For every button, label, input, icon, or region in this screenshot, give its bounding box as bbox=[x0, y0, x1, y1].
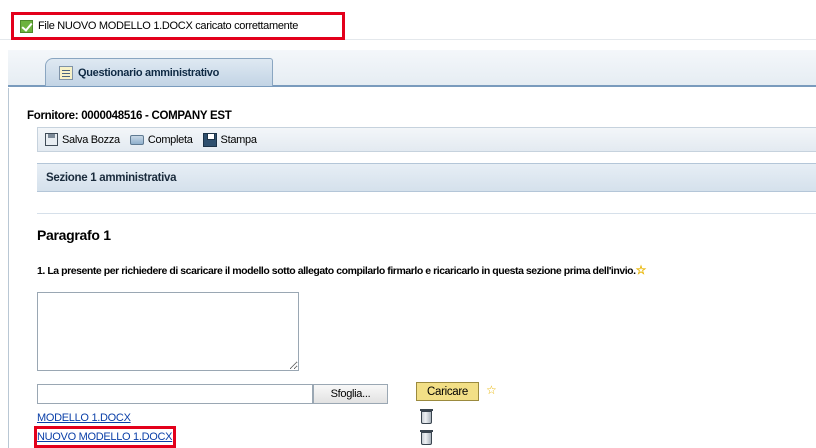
success-message-highlight: File NUOVO MODELLO 1.DOCX caricato corre… bbox=[11, 12, 345, 40]
print-label: Stampa bbox=[220, 133, 257, 146]
section-divider bbox=[37, 213, 816, 214]
upload-required-star-icon: ☆ bbox=[486, 383, 497, 397]
supplier-label: Fornitore: 0000048516 - COMPANY EST bbox=[27, 110, 232, 122]
delete-trash-icon[interactable] bbox=[420, 409, 433, 424]
tab-strip: Questionario amministrativo bbox=[8, 50, 816, 87]
new-attachment-highlight bbox=[34, 426, 176, 448]
browse-button[interactable]: Sfoglia... bbox=[313, 384, 388, 404]
questionnaire-icon bbox=[59, 65, 73, 80]
complete-button[interactable]: Completa bbox=[129, 133, 193, 146]
printer-icon bbox=[202, 132, 217, 147]
section-title: Sezione 1 amministrativa bbox=[46, 171, 177, 184]
success-message-text: File NUOVO MODELLO 1.DOCX caricato corre… bbox=[38, 20, 299, 32]
complete-label: Completa bbox=[147, 133, 193, 146]
save-draft-button[interactable]: Salva Bozza bbox=[45, 133, 120, 146]
tab-questionario-amministrativo[interactable]: Questionario amministrativo bbox=[45, 58, 273, 86]
tab-label: Questionario amministrativo bbox=[78, 66, 220, 79]
answer-textarea[interactable] bbox=[37, 292, 299, 371]
file-path-input[interactable] bbox=[37, 384, 313, 404]
section-header: Sezione 1 amministrativa bbox=[37, 163, 816, 192]
toolbar: Salva Bozza Completa Stampa bbox=[37, 127, 816, 152]
question-text: 1. La presente per richiedere di scarica… bbox=[37, 265, 636, 277]
delete-trash-icon[interactable] bbox=[420, 430, 433, 445]
success-check-icon bbox=[20, 19, 33, 33]
complete-icon bbox=[129, 134, 144, 145]
message-bar: File NUOVO MODELLO 1.DOCX caricato corre… bbox=[0, 8, 816, 40]
attachment-link-modello-1[interactable]: MODELLO 1.DOCX bbox=[37, 412, 131, 424]
paragraph-title: Paragrafo 1 bbox=[37, 227, 111, 243]
save-draft-label: Salva Bozza bbox=[62, 133, 120, 146]
floppy-disk-icon bbox=[45, 133, 58, 146]
required-star-icon: ☆ bbox=[635, 263, 647, 277]
upload-button[interactable]: Caricare bbox=[416, 382, 479, 401]
print-button[interactable]: Stampa bbox=[202, 132, 257, 147]
question-row: 1. La presente per richiedere di scarica… bbox=[37, 263, 646, 277]
